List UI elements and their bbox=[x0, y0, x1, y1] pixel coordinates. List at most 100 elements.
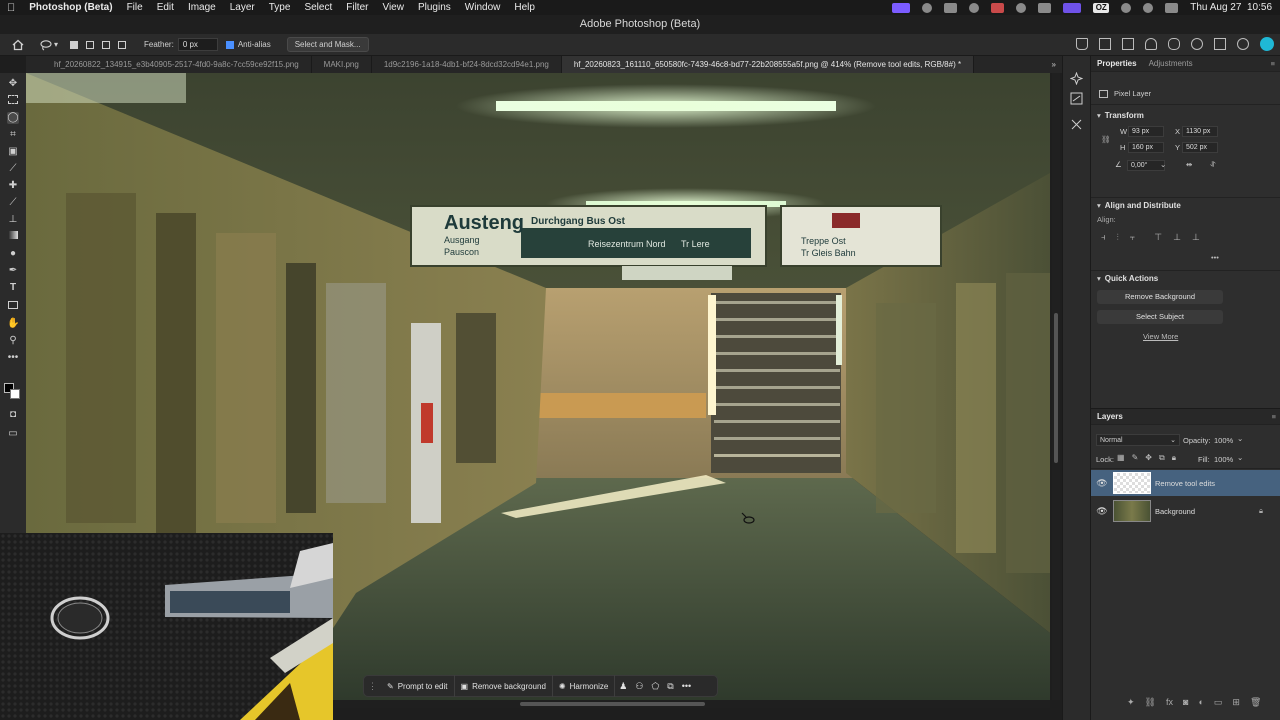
horizontal-scroll-thumb[interactable] bbox=[520, 702, 705, 706]
apple-menu-icon[interactable]:  bbox=[0, 2, 22, 14]
align-more-icon[interactable]: ••• bbox=[1211, 253, 1219, 262]
home-icon[interactable] bbox=[12, 39, 24, 51]
x-input[interactable]: 1130 px bbox=[1182, 126, 1218, 137]
select-and-mask-button[interactable]: Select and Mask... bbox=[286, 37, 369, 52]
add-selection-icon[interactable] bbox=[86, 40, 95, 49]
flip-horizontal-icon[interactable]: ⇹ bbox=[1186, 160, 1192, 169]
play-icon[interactable] bbox=[1016, 2, 1027, 13]
doc-tab[interactable]: hf_20260822_134915_e3b40905-2517-4fd0-9a… bbox=[26, 56, 312, 73]
fill-dropdown-icon[interactable]: ⌄ bbox=[1237, 453, 1243, 462]
link-dimensions-icon[interactable]: ⛓ bbox=[1101, 135, 1111, 144]
menu-layer[interactable]: Layer bbox=[223, 2, 262, 13]
add-mask-icon[interactable]: ◙ bbox=[1183, 697, 1188, 708]
link-layers-icon[interactable]: ⛓ bbox=[1145, 697, 1156, 708]
align-left-icon[interactable]: ⫞ bbox=[1101, 232, 1106, 243]
angle-dropdown-icon[interactable]: ⌄ bbox=[1160, 160, 1166, 169]
eyedropper-tool-icon[interactable]: ⟋ bbox=[7, 163, 19, 175]
canvas-horizontal-scrollbar[interactable] bbox=[335, 700, 1050, 708]
remove-background-button[interactable]: Remove Background bbox=[1097, 290, 1223, 304]
control-center-icon[interactable] bbox=[1165, 2, 1179, 13]
flip-vertical-icon[interactable]: ⥯ bbox=[1210, 160, 1216, 170]
rectangle-tool-icon[interactable] bbox=[8, 301, 18, 309]
menu-image[interactable]: Image bbox=[181, 2, 223, 13]
tool-preset-chevron-icon[interactable]: ▾ bbox=[54, 40, 58, 49]
tab-layers[interactable]: Layers bbox=[1091, 412, 1129, 421]
new-group-icon[interactable]: ▭ bbox=[1214, 697, 1223, 708]
select-subject-icon[interactable]: ♟ bbox=[615, 681, 631, 692]
discover-icon[interactable] bbox=[1191, 38, 1203, 50]
harmonize-button[interactable]: ✺ Harmonize bbox=[553, 675, 616, 697]
align-bottom-icon[interactable]: ⊥ bbox=[1192, 232, 1200, 243]
cloud-icon[interactable] bbox=[944, 2, 958, 13]
transform-chevron-icon[interactable]: ▾ bbox=[1097, 111, 1101, 120]
people-icon[interactable]: ⚇ bbox=[631, 681, 647, 692]
adjustment-layer-icon[interactable]: ◐ bbox=[1198, 697, 1203, 708]
screen-recorder-icon[interactable] bbox=[892, 2, 911, 13]
align-middle-icon[interactable]: ⊥ bbox=[1173, 232, 1181, 243]
oz-menu-icon[interactable]: OZ bbox=[1093, 2, 1110, 13]
layer-row[interactable]: 👁︎ Background 🔒︎ bbox=[1091, 498, 1280, 524]
more-options-icon[interactable]: ••• bbox=[678, 681, 695, 691]
search-icon[interactable] bbox=[1237, 38, 1249, 50]
share-icon[interactable] bbox=[1099, 38, 1111, 50]
lasso-tool-icon[interactable]: ◯ bbox=[7, 112, 19, 124]
tab-adjustments[interactable]: Adjustments bbox=[1143, 59, 1199, 68]
subtract-selection-icon[interactable] bbox=[102, 40, 111, 49]
lock-position-icon[interactable]: ✥ bbox=[1145, 453, 1152, 463]
lock-all-icon[interactable]: 🔒︎ bbox=[1172, 453, 1176, 463]
menu-window[interactable]: Window bbox=[458, 2, 508, 13]
lock-artboard-icon[interactable]: ⧉ bbox=[1159, 453, 1165, 463]
workspace-icon[interactable] bbox=[1214, 38, 1226, 50]
new-layer-icon[interactable]: ⊞ bbox=[1232, 697, 1240, 708]
menu-edit[interactable]: Edit bbox=[150, 2, 181, 13]
quick-mask-icon[interactable]: ◘ bbox=[7, 409, 19, 421]
menu-plugins[interactable]: Plugins bbox=[411, 2, 458, 13]
lasso-tool-icon[interactable] bbox=[40, 39, 52, 51]
blend-mode-select[interactable]: Normal ⌄ bbox=[1096, 434, 1180, 446]
comments-icon[interactable] bbox=[1168, 38, 1180, 50]
gradient-tool-icon[interactable] bbox=[8, 231, 18, 239]
remove-background-button[interactable]: ▣ Remove background bbox=[455, 675, 553, 697]
type-tool-icon[interactable]: T bbox=[7, 282, 19, 294]
intersect-selection-icon[interactable] bbox=[118, 40, 127, 49]
lock-image-icon[interactable]: ✎ bbox=[1132, 453, 1139, 463]
layer-style-icon[interactable]: fx bbox=[1166, 697, 1173, 708]
background-color-swatch[interactable] bbox=[10, 389, 20, 399]
align-chevron-icon[interactable]: ▾ bbox=[1097, 201, 1101, 210]
select-subject-button[interactable]: Select Subject bbox=[1097, 310, 1223, 324]
flask-icon[interactable] bbox=[1076, 38, 1088, 50]
visibility-eye-icon[interactable]: 👁︎ bbox=[1095, 506, 1109, 517]
clone-stamp-tool-icon[interactable]: ⊥ bbox=[7, 214, 19, 226]
menu-filter[interactable]: Filter bbox=[339, 2, 375, 13]
transform-icon[interactable]: ⬠ bbox=[647, 681, 663, 692]
hand-tool-icon[interactable]: ✋ bbox=[7, 318, 19, 330]
align-top-icon[interactable]: ⊤ bbox=[1154, 232, 1162, 243]
avatar[interactable] bbox=[1260, 37, 1274, 51]
tabs-overflow-icon[interactable]: » bbox=[1052, 60, 1056, 69]
camera-icon[interactable] bbox=[991, 2, 1005, 13]
wifi-icon[interactable] bbox=[1121, 2, 1132, 13]
marquee-tool-icon[interactable] bbox=[8, 95, 18, 104]
dodge-tool-icon[interactable]: ● bbox=[7, 248, 19, 260]
brush-tool-icon[interactable]: ⟋ bbox=[7, 197, 19, 209]
screen-mode-icon[interactable]: ▭ bbox=[7, 428, 19, 440]
layer-name[interactable]: Background bbox=[1155, 507, 1195, 516]
menu-select[interactable]: Select bbox=[297, 2, 339, 13]
menu-type[interactable]: Type bbox=[262, 2, 298, 13]
adjustments-icon[interactable] bbox=[1070, 92, 1083, 105]
zoom-tool-icon[interactable]: ⚲ bbox=[7, 335, 19, 347]
doc-tab[interactable]: MAKI.png bbox=[312, 56, 372, 73]
move-tool-icon[interactable]: ✥ bbox=[7, 78, 19, 90]
crop-tool-icon[interactable]: ⌗ bbox=[7, 129, 19, 141]
doc-tab-active[interactable]: hf_20260823_161110_650580fc-7439-46c8-bd… bbox=[561, 56, 975, 73]
quick-actions-chevron-icon[interactable]: ▾ bbox=[1097, 274, 1101, 283]
menu-view[interactable]: View bbox=[375, 2, 411, 13]
window-icon[interactable] bbox=[1038, 2, 1052, 13]
tools-settings-icon[interactable] bbox=[1070, 118, 1083, 131]
prompt-to-edit-button[interactable]: ✎ Prompt to edit bbox=[381, 675, 455, 697]
notifications-icon[interactable] bbox=[1145, 38, 1157, 50]
generative-fill-icon[interactable]: ✦ bbox=[1127, 697, 1135, 708]
object-selection-tool-icon[interactable]: ▣ bbox=[7, 146, 19, 158]
feather-input[interactable]: 0 px bbox=[177, 38, 218, 51]
visibility-eye-icon[interactable]: 👁︎ bbox=[1095, 478, 1109, 489]
